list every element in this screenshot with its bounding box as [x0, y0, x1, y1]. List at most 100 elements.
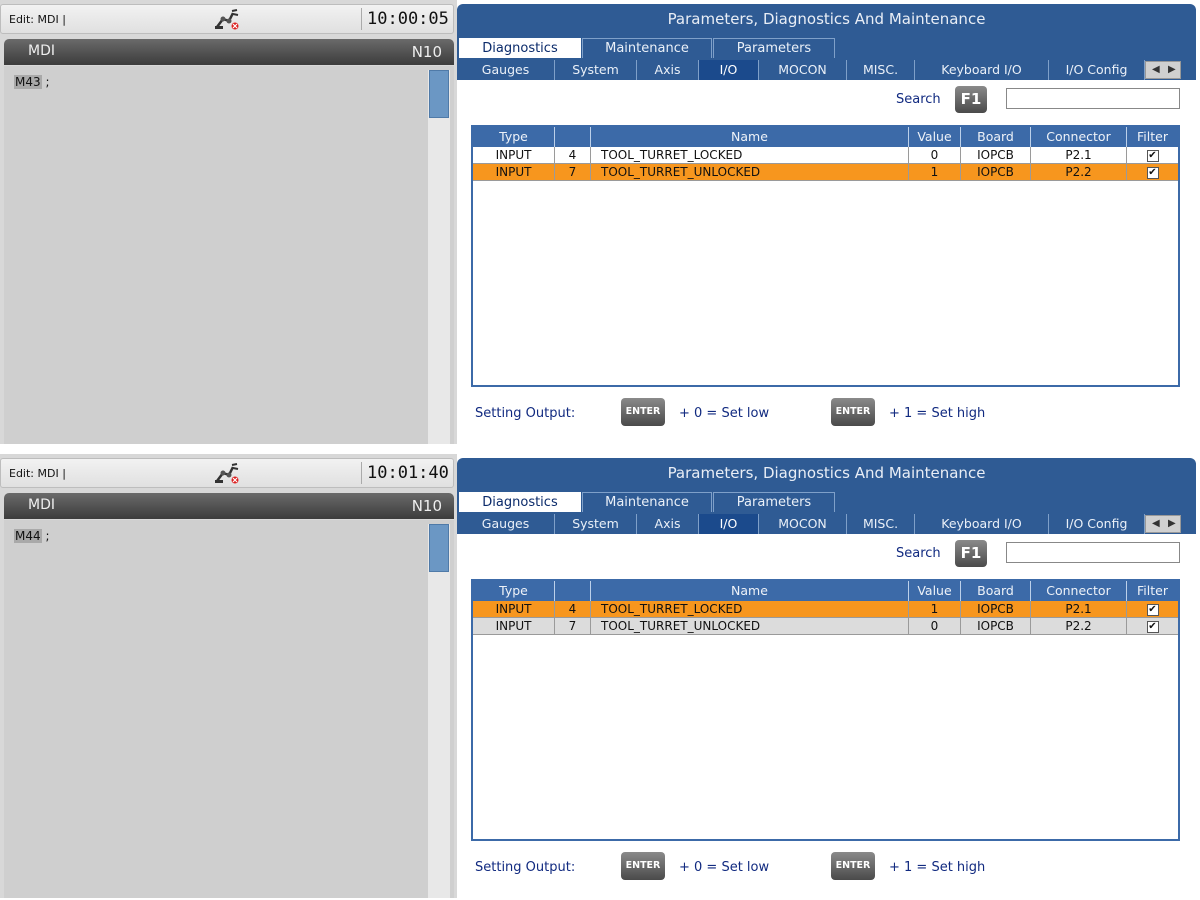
col-number: [555, 581, 591, 601]
mdi-editor[interactable]: M44 ;: [4, 520, 454, 898]
code-suffix: ;: [41, 75, 50, 89]
tab-io-config[interactable]: I/O Config: [1049, 514, 1145, 534]
col-type: Type: [473, 127, 555, 147]
cell-name: TOOL_TURRET_UNLOCKED: [591, 164, 909, 181]
set-low-hint: + 0 = Set low: [679, 406, 770, 421]
filter-checkbox[interactable]: ✔: [1146, 149, 1159, 162]
scrollbar-thumb[interactable]: [429, 524, 449, 572]
cell-number: 7: [555, 618, 591, 635]
screenshot-divider: [0, 444, 1200, 454]
enter-key-icon[interactable]: ENTER: [831, 852, 875, 880]
col-type: Type: [473, 581, 555, 601]
search-input[interactable]: [1006, 542, 1180, 563]
tab-system[interactable]: System: [555, 60, 637, 80]
filter-checkbox[interactable]: ✔: [1146, 166, 1159, 179]
cell-board: IOPCB: [961, 618, 1031, 635]
line-number: N10: [411, 43, 442, 61]
cell-type: INPUT: [473, 601, 555, 618]
screenshot-top: Edit: MDI | 10:00:05 MDI N10 M43 ; Param…: [0, 0, 1200, 444]
arrow-right-icon[interactable]: ▶: [1168, 64, 1176, 76]
col-connector: Connector: [1031, 581, 1127, 601]
tab-mocon[interactable]: MOCON: [759, 60, 847, 80]
arrow-left-icon[interactable]: ◀: [1152, 518, 1160, 530]
status-bar: Edit: MDI | 10:00:05: [0, 4, 454, 34]
tab-gauges[interactable]: Gauges: [457, 514, 555, 534]
code-line[interactable]: M43 ;: [14, 75, 49, 89]
cell-connector: P2.2: [1031, 618, 1127, 635]
code-command: M43: [14, 75, 42, 89]
status-bar: Edit: MDI | 10:01:40: [0, 458, 454, 488]
cell-value: 0: [909, 147, 961, 164]
mdi-editor[interactable]: M43 ;: [4, 66, 454, 444]
panel-title: Parameters, Diagnostics And Maintenance: [667, 10, 986, 28]
panel-title: Parameters, Diagnostics And Maintenance: [667, 464, 986, 482]
cell-filter: ✔: [1127, 618, 1178, 635]
tab-keyboard-io[interactable]: Keyboard I/O: [915, 514, 1049, 534]
table-row[interactable]: INPUT 7 TOOL_TURRET_UNLOCKED 0 IOPCB P2.…: [473, 618, 1178, 635]
enter-key-icon[interactable]: ENTER: [621, 852, 665, 880]
tab-parameters[interactable]: Parameters: [713, 38, 835, 58]
tab-system[interactable]: System: [555, 514, 637, 534]
filter-checkbox[interactable]: ✔: [1146, 620, 1159, 633]
tab-io-config[interactable]: I/O Config: [1049, 60, 1145, 80]
filter-checkbox[interactable]: ✔: [1146, 603, 1159, 616]
editor-scrollbar[interactable]: [428, 524, 450, 898]
tab-io[interactable]: I/O: [699, 514, 759, 534]
pdm-panel: Parameters, Diagnostics And Maintenance …: [457, 458, 1196, 898]
tab-scroll-arrows[interactable]: ◀ ▶: [1145, 61, 1181, 79]
robot-arm-icon: [215, 463, 239, 484]
arrow-left-icon[interactable]: ◀: [1152, 64, 1160, 76]
tab-diagnostics[interactable]: Diagnostics: [459, 492, 581, 512]
f1-key-icon[interactable]: F1: [955, 540, 987, 567]
col-filter: Filter: [1137, 583, 1168, 598]
scrollbar-thumb[interactable]: [429, 70, 449, 118]
cell-number: 4: [555, 147, 591, 164]
f1-key-icon[interactable]: F1: [955, 86, 987, 113]
setting-output-label: Setting Output:: [475, 860, 576, 875]
cell-filter: ✔: [1127, 164, 1178, 181]
col-value: Value: [909, 581, 961, 601]
clock: 10:01:40: [367, 463, 449, 483]
mdi-header: MDI N10: [4, 39, 454, 65]
cell-number: 4: [555, 601, 591, 618]
table-row[interactable]: INPUT 4 TOOL_TURRET_LOCKED 1 IOPCB P2.1 …: [473, 601, 1178, 618]
cell-connector: P2.1: [1031, 147, 1127, 164]
tab-misc[interactable]: MISC.: [847, 514, 915, 534]
tab-axis[interactable]: Axis: [637, 60, 699, 80]
io-table: Type Name Value Board Connector Filter I…: [471, 125, 1180, 387]
tab-maintenance[interactable]: Maintenance: [582, 38, 712, 58]
cell-name: TOOL_TURRET_LOCKED: [591, 147, 909, 164]
enter-key-icon[interactable]: ENTER: [831, 398, 875, 426]
search-input[interactable]: [1006, 88, 1180, 109]
editor-scrollbar[interactable]: [428, 70, 450, 444]
cell-type: INPUT: [473, 618, 555, 635]
clock-separator: [361, 8, 362, 30]
table-row[interactable]: INPUT 7 TOOL_TURRET_UNLOCKED 1 IOPCB P2.…: [473, 164, 1178, 181]
tab-keyboard-io[interactable]: Keyboard I/O: [915, 60, 1049, 80]
tab-misc[interactable]: MISC.: [847, 60, 915, 80]
col-board: Board: [961, 581, 1031, 601]
io-table: Type Name Value Board Connector Filter I…: [471, 579, 1180, 841]
table-row[interactable]: INPUT 4 TOOL_TURRET_LOCKED 0 IOPCB P2.1 …: [473, 147, 1178, 164]
tab-parameters[interactable]: Parameters: [713, 492, 835, 512]
set-low-hint: + 0 = Set low: [679, 860, 770, 875]
program-pane: Edit: MDI | 10:01:40 MDI N10 M44 ;: [0, 454, 457, 898]
tab-diagnostics[interactable]: Diagnostics: [459, 38, 581, 58]
code-line[interactable]: M44 ;: [14, 529, 49, 543]
cell-value: 1: [909, 601, 961, 618]
tab-scroll-arrows[interactable]: ◀ ▶: [1145, 515, 1181, 533]
tab-io[interactable]: I/O: [699, 60, 759, 80]
program-pane: Edit: MDI | 10:00:05 MDI N10 M43 ;: [0, 0, 457, 444]
enter-key-icon[interactable]: ENTER: [621, 398, 665, 426]
cell-name: TOOL_TURRET_UNLOCKED: [591, 618, 909, 635]
cell-board: IOPCB: [961, 601, 1031, 618]
tab-axis[interactable]: Axis: [637, 514, 699, 534]
col-name: Name: [591, 581, 909, 601]
cell-board: IOPCB: [961, 147, 1031, 164]
tab-maintenance[interactable]: Maintenance: [582, 492, 712, 512]
arrow-right-icon[interactable]: ▶: [1168, 518, 1176, 530]
tab-mocon[interactable]: MOCON: [759, 514, 847, 534]
sub-tabs: Gauges System Axis I/O MOCON MISC. Keybo…: [457, 514, 1196, 534]
tab-gauges[interactable]: Gauges: [457, 60, 555, 80]
col-connector: Connector: [1031, 127, 1127, 147]
